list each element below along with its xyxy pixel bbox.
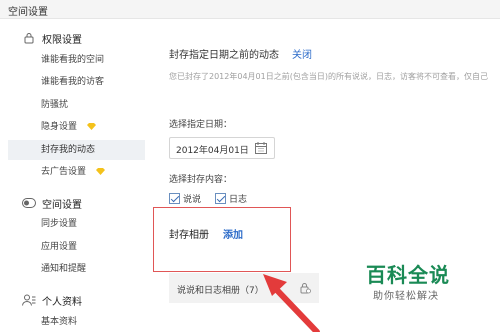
sidebar-item-apps[interactable]: 应用设置	[8, 237, 145, 257]
gem-icon	[86, 123, 96, 130]
section-title: 空间设置	[42, 199, 82, 211]
album-label: 封存相册	[169, 230, 209, 241]
sidebar-item-remove-ads[interactable]: 去广告设置	[8, 162, 145, 182]
sidebar-item-notifications[interactable]: 通知和提醒	[8, 259, 145, 279]
section-permissions: 权限设置	[22, 31, 82, 46]
user-icon	[22, 294, 36, 306]
sidebar-item-invisible[interactable]: 隐身设置	[8, 117, 145, 137]
toggle-icon	[22, 197, 36, 209]
sidebar-item-basic-profile[interactable]: 基本资料	[8, 312, 145, 332]
page-title: 空间设置	[8, 7, 48, 18]
album-list-item[interactable]: 说说和日志相册（7）	[169, 273, 319, 303]
watermark-subtitle: 助你轻松解决	[373, 291, 439, 302]
section-title: 个人资料	[42, 296, 82, 308]
content-label: 选择封存内容：	[169, 175, 233, 185]
gem-icon	[95, 168, 105, 175]
section-profile: 个人资料	[22, 293, 82, 308]
date-label: 选择指定日期：	[169, 120, 233, 130]
sidebar-item-who-can-view-visitors[interactable]: 谁能看我的访客	[8, 72, 145, 92]
section-heading: 封存指定日期之前的动态	[169, 50, 279, 61]
sidebar-item-label: 隐身设置	[41, 122, 78, 132]
album-name: 说说和日志相册（7）	[177, 286, 264, 296]
checkbox-shuoshuo[interactable]: 说说	[169, 191, 201, 205]
archive-description: 您已封存了2012年04月01日之前(包含当日)的所有说说，日志，访客将不可查看…	[169, 72, 488, 81]
sidebar: 权限设置 谁能看我的空间 谁能看我的访客 防骚扰 隐身设置 封存我的动态 去广告…	[0, 19, 145, 332]
sidebar-item-label: 去广告设置	[41, 167, 87, 177]
checkbox-blog[interactable]: 日志	[215, 191, 247, 205]
lock-icon	[300, 283, 311, 294]
checkbox-label: 日志	[229, 194, 248, 205]
sidebar-item-sync[interactable]: 同步设置	[8, 214, 145, 234]
checkbox-box[interactable]	[215, 192, 226, 204]
sidebar-item-who-can-view-space[interactable]: 谁能看我的空间	[8, 50, 145, 70]
checkbox-label: 说说	[183, 194, 202, 205]
lock-icon	[22, 32, 36, 44]
watermark-title: 百科全说	[366, 263, 450, 287]
date-picker[interactable]: 2012年04月01日	[169, 137, 275, 159]
close-link[interactable]: 关闭	[292, 46, 312, 61]
add-album-link[interactable]: 添加	[223, 226, 243, 241]
top-bar: 空间设置	[0, 0, 500, 19]
date-value: 2012年04月01日	[176, 146, 249, 156]
sidebar-item-anti-harassment[interactable]: 防骚扰	[8, 95, 145, 115]
section-title: 权限设置	[42, 34, 82, 46]
calendar-icon[interactable]	[255, 142, 267, 154]
section-space-settings: 空间设置	[22, 196, 82, 211]
sidebar-item-archive-feeds[interactable]: 封存我的动态	[8, 140, 145, 160]
checkbox-box[interactable]	[169, 192, 180, 204]
